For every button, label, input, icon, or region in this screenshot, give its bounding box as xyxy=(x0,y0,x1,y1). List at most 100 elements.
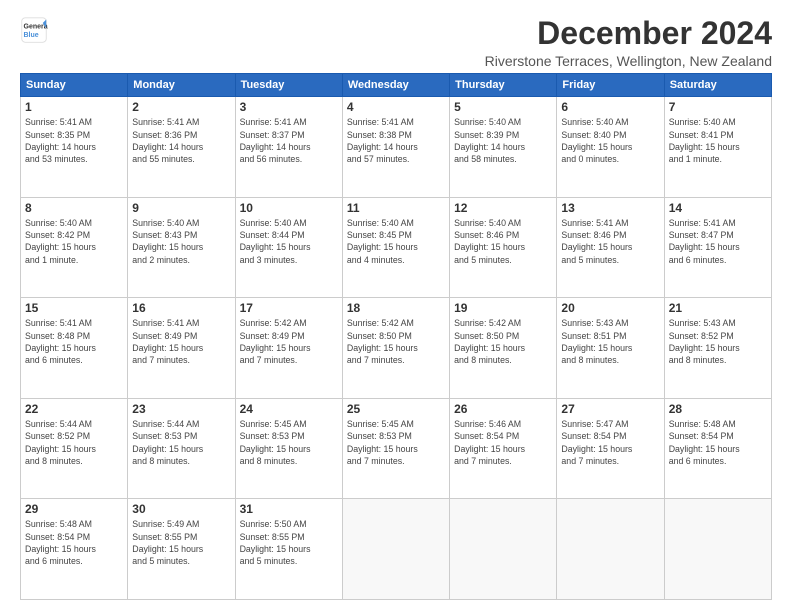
day-number: 21 xyxy=(669,301,767,315)
calendar-cell: 18 Sunrise: 5:42 AM Sunset: 8:50 PM Dayli… xyxy=(342,298,449,399)
calendar-cell: 14Sunrise: 5:41 AM Sunset: 8:47 PM Dayli… xyxy=(664,197,771,298)
day-number: 11 xyxy=(347,201,445,215)
day-number: 24 xyxy=(240,402,338,416)
calendar-cell: 29 Sunrise: 5:48 AM Sunset: 8:54 PM Dayli… xyxy=(21,499,128,600)
day-info: Sunrise: 5:45 AM Sunset: 8:53 PM Dayligh… xyxy=(240,418,338,467)
weekday-header-monday: Monday xyxy=(128,74,235,97)
calendar-cell: 5 Sunrise: 5:40 AM Sunset: 8:39 PM Daylig… xyxy=(450,97,557,198)
calendar-header-row: SundayMondayTuesdayWednesdayThursdayFrid… xyxy=(21,74,772,97)
day-number: 22 xyxy=(25,402,123,416)
day-number: 20 xyxy=(561,301,659,315)
day-number: 8 xyxy=(25,201,123,215)
calendar-cell: 10Sunrise: 5:40 AM Sunset: 8:44 PM Dayli… xyxy=(235,197,342,298)
calendar-cell: 22 Sunrise: 5:44 AM Sunset: 8:52 PM Dayli… xyxy=(21,398,128,499)
day-info: Sunrise: 5:40 AM Sunset: 8:43 PM Dayligh… xyxy=(132,217,230,266)
calendar-cell: 15Sunrise: 5:41 AM Sunset: 8:48 PM Dayli… xyxy=(21,298,128,399)
calendar-cell: 9 Sunrise: 5:40 AM Sunset: 8:43 PM Daylig… xyxy=(128,197,235,298)
calendar-cell: 21 Sunrise: 5:43 AM Sunset: 8:52 PM Dayli… xyxy=(664,298,771,399)
calendar-cell: 19 Sunrise: 5:42 AM Sunset: 8:50 PM Dayli… xyxy=(450,298,557,399)
weekday-header-friday: Friday xyxy=(557,74,664,97)
day-info: Sunrise: 5:43 AM Sunset: 8:51 PM Dayligh… xyxy=(561,317,659,366)
day-info: Sunrise: 5:40 AM Sunset: 8:39 PM Dayligh… xyxy=(454,116,552,165)
day-info: Sunrise: 5:48 AM Sunset: 8:54 PM Dayligh… xyxy=(25,518,123,567)
day-number: 16 xyxy=(132,301,230,315)
day-number: 5 xyxy=(454,100,552,114)
calendar-cell: 28 Sunrise: 5:48 AM Sunset: 8:54 PM Dayli… xyxy=(664,398,771,499)
calendar-cell: 3 Sunrise: 5:41 AM Sunset: 8:37 PM Daylig… xyxy=(235,97,342,198)
calendar-cell: 20 Sunrise: 5:43 AM Sunset: 8:51 PM Dayli… xyxy=(557,298,664,399)
day-number: 28 xyxy=(669,402,767,416)
day-info: Sunrise: 5:48 AM Sunset: 8:54 PM Dayligh… xyxy=(669,418,767,467)
day-info: Sunrise: 5:41 AM Sunset: 8:48 PM Dayligh… xyxy=(25,317,123,366)
day-info: Sunrise: 5:41 AM Sunset: 8:49 PM Dayligh… xyxy=(132,317,230,366)
day-info: Sunrise: 5:41 AM Sunset: 8:38 PM Dayligh… xyxy=(347,116,445,165)
calendar-cell xyxy=(664,499,771,600)
day-number: 4 xyxy=(347,100,445,114)
calendar-cell: 23Sunrise: 5:44 AM Sunset: 8:53 PM Dayli… xyxy=(128,398,235,499)
main-title: December 2024 xyxy=(485,16,772,51)
day-number: 10 xyxy=(240,201,338,215)
day-info: Sunrise: 5:40 AM Sunset: 8:41 PM Dayligh… xyxy=(669,116,767,165)
day-number: 30 xyxy=(132,502,230,516)
day-info: Sunrise: 5:49 AM Sunset: 8:55 PM Dayligh… xyxy=(132,518,230,567)
calendar-cell: 26Sunrise: 5:46 AM Sunset: 8:54 PM Dayli… xyxy=(450,398,557,499)
day-info: Sunrise: 5:41 AM Sunset: 8:37 PM Dayligh… xyxy=(240,116,338,165)
day-info: Sunrise: 5:45 AM Sunset: 8:53 PM Dayligh… xyxy=(347,418,445,467)
day-number: 29 xyxy=(25,502,123,516)
day-number: 9 xyxy=(132,201,230,215)
weekday-header-thursday: Thursday xyxy=(450,74,557,97)
logo: General Blue xyxy=(20,16,48,44)
day-number: 25 xyxy=(347,402,445,416)
calendar-cell: 11 Sunrise: 5:40 AM Sunset: 8:45 PM Dayli… xyxy=(342,197,449,298)
calendar-cell: 2Sunrise: 5:41 AM Sunset: 8:36 PM Daylig… xyxy=(128,97,235,198)
calendar-cell: 12 Sunrise: 5:40 AM Sunset: 8:46 PM Dayli… xyxy=(450,197,557,298)
calendar-week-1: 1Sunrise: 5:41 AM Sunset: 8:35 PM Daylig… xyxy=(21,97,772,198)
day-number: 6 xyxy=(561,100,659,114)
weekday-header-sunday: Sunday xyxy=(21,74,128,97)
logo-icon: General Blue xyxy=(20,16,48,44)
calendar-cell: 16 Sunrise: 5:41 AM Sunset: 8:49 PM Dayli… xyxy=(128,298,235,399)
day-number: 31 xyxy=(240,502,338,516)
day-info: Sunrise: 5:42 AM Sunset: 8:49 PM Dayligh… xyxy=(240,317,338,366)
weekday-header-tuesday: Tuesday xyxy=(235,74,342,97)
calendar-cell: 30 Sunrise: 5:49 AM Sunset: 8:55 PM Dayli… xyxy=(128,499,235,600)
calendar-cell: 13Sunrise: 5:41 AM Sunset: 8:46 PM Dayli… xyxy=(557,197,664,298)
calendar-cell: 24 Sunrise: 5:45 AM Sunset: 8:53 PM Dayli… xyxy=(235,398,342,499)
day-info: Sunrise: 5:43 AM Sunset: 8:52 PM Dayligh… xyxy=(669,317,767,366)
day-info: Sunrise: 5:41 AM Sunset: 8:36 PM Dayligh… xyxy=(132,116,230,165)
weekday-header-wednesday: Wednesday xyxy=(342,74,449,97)
day-number: 13 xyxy=(561,201,659,215)
calendar-cell: 31 Sunrise: 5:50 AM Sunset: 8:55 PM Dayli… xyxy=(235,499,342,600)
day-number: 26 xyxy=(454,402,552,416)
day-info: Sunrise: 5:42 AM Sunset: 8:50 PM Dayligh… xyxy=(347,317,445,366)
day-number: 18 xyxy=(347,301,445,315)
calendar-cell xyxy=(342,499,449,600)
day-info: Sunrise: 5:40 AM Sunset: 8:45 PM Dayligh… xyxy=(347,217,445,266)
calendar-cell: 25 Sunrise: 5:45 AM Sunset: 8:53 PM Dayli… xyxy=(342,398,449,499)
day-info: Sunrise: 5:50 AM Sunset: 8:55 PM Dayligh… xyxy=(240,518,338,567)
day-info: Sunrise: 5:44 AM Sunset: 8:52 PM Dayligh… xyxy=(25,418,123,467)
calendar-week-5: 29 Sunrise: 5:48 AM Sunset: 8:54 PM Dayli… xyxy=(21,499,772,600)
header: General Blue December 2024 Riverstone Te… xyxy=(20,16,772,69)
day-number: 3 xyxy=(240,100,338,114)
day-info: Sunrise: 5:41 AM Sunset: 8:35 PM Dayligh… xyxy=(25,116,123,165)
day-number: 7 xyxy=(669,100,767,114)
subtitle: Riverstone Terraces, Wellington, New Zea… xyxy=(485,53,772,69)
weekday-header-saturday: Saturday xyxy=(664,74,771,97)
day-info: Sunrise: 5:40 AM Sunset: 8:46 PM Dayligh… xyxy=(454,217,552,266)
title-block: December 2024 Riverstone Terraces, Welli… xyxy=(485,16,772,69)
day-info: Sunrise: 5:47 AM Sunset: 8:54 PM Dayligh… xyxy=(561,418,659,467)
calendar-cell xyxy=(450,499,557,600)
day-number: 19 xyxy=(454,301,552,315)
calendar-cell: 7 Sunrise: 5:40 AM Sunset: 8:41 PM Daylig… xyxy=(664,97,771,198)
day-info: Sunrise: 5:42 AM Sunset: 8:50 PM Dayligh… xyxy=(454,317,552,366)
page: General Blue December 2024 Riverstone Te… xyxy=(0,0,792,612)
calendar-cell: 6Sunrise: 5:40 AM Sunset: 8:40 PM Daylig… xyxy=(557,97,664,198)
calendar-week-4: 22 Sunrise: 5:44 AM Sunset: 8:52 PM Dayli… xyxy=(21,398,772,499)
calendar-week-2: 8 Sunrise: 5:40 AM Sunset: 8:42 PM Daylig… xyxy=(21,197,772,298)
day-info: Sunrise: 5:40 AM Sunset: 8:42 PM Dayligh… xyxy=(25,217,123,266)
calendar-cell: 4 Sunrise: 5:41 AM Sunset: 8:38 PM Daylig… xyxy=(342,97,449,198)
calendar-cell: 27Sunrise: 5:47 AM Sunset: 8:54 PM Dayli… xyxy=(557,398,664,499)
calendar-cell: 17Sunrise: 5:42 AM Sunset: 8:49 PM Dayli… xyxy=(235,298,342,399)
day-number: 12 xyxy=(454,201,552,215)
